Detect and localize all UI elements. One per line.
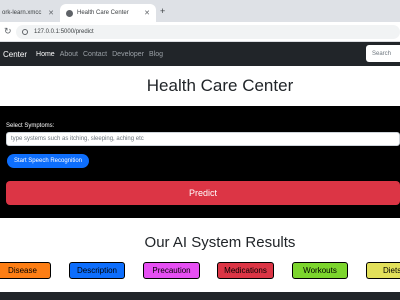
workouts-button[interactable]: Workouts — [292, 262, 348, 279]
browser-tab-bar: ork-learn.xmcc ✕ Health Care Center ✕ + — [0, 0, 400, 22]
nav-link-home[interactable]: Home — [36, 51, 55, 58]
browser-tab-active[interactable]: Health Care Center ✕ — [60, 4, 156, 22]
page-title: Health Care Center — [146, 76, 294, 95]
diets-button[interactable]: Diets — [366, 262, 400, 279]
browser-tab[interactable]: ork-learn.xmcc ✕ — [0, 4, 60, 22]
globe-icon — [66, 9, 73, 17]
nav-link-blog[interactable]: Blog — [149, 51, 163, 58]
symptoms-label: Select Symptoms: — [6, 123, 55, 129]
symptoms-input[interactable]: type systems such as itching, sleeping, … — [6, 132, 400, 146]
close-icon[interactable]: ✕ — [48, 9, 54, 17]
close-icon[interactable]: ✕ — [144, 9, 150, 17]
navbar-brand[interactable]: Center — [3, 50, 27, 59]
predict-button[interactable]: Predict — [6, 181, 400, 205]
nav-link-contact[interactable]: Contact — [83, 51, 107, 58]
nav-link-developer[interactable]: Developer — [112, 51, 144, 58]
tab-label: ork-learn.xmcc — [2, 10, 42, 16]
address-bar: ↻ 127.0.0.1:5000/predict — [0, 22, 400, 42]
results-title: Our AI System Results — [144, 234, 296, 251]
description-button[interactable]: Description — [69, 262, 125, 279]
search-input[interactable]: Search — [366, 45, 400, 62]
info-icon[interactable] — [22, 29, 28, 35]
tab-label: Health Care Center — [77, 10, 129, 16]
url-field[interactable]: 127.0.0.1:5000/predict — [16, 25, 400, 39]
site-navbar: Center Home About Contact Developer Blog… — [0, 42, 400, 66]
speech-recognition-button[interactable]: Start Speech Recognition — [7, 154, 89, 168]
symptom-form-panel: Select Symptoms: type systems such as it… — [0, 106, 400, 218]
nav-link-about[interactable]: About — [60, 51, 78, 58]
medications-button[interactable]: Medications — [217, 262, 274, 279]
results-buttons: Disease Description Precaution Medicatio… — [0, 262, 400, 280]
bottom-section-edge — [0, 292, 400, 300]
new-tab-icon[interactable]: + — [160, 6, 165, 16]
reload-icon[interactable]: ↻ — [4, 26, 12, 37]
url-text: 127.0.0.1:5000/predict — [34, 29, 94, 35]
precaution-button[interactable]: Precaution — [143, 262, 200, 279]
disease-button[interactable]: Disease — [0, 262, 51, 279]
